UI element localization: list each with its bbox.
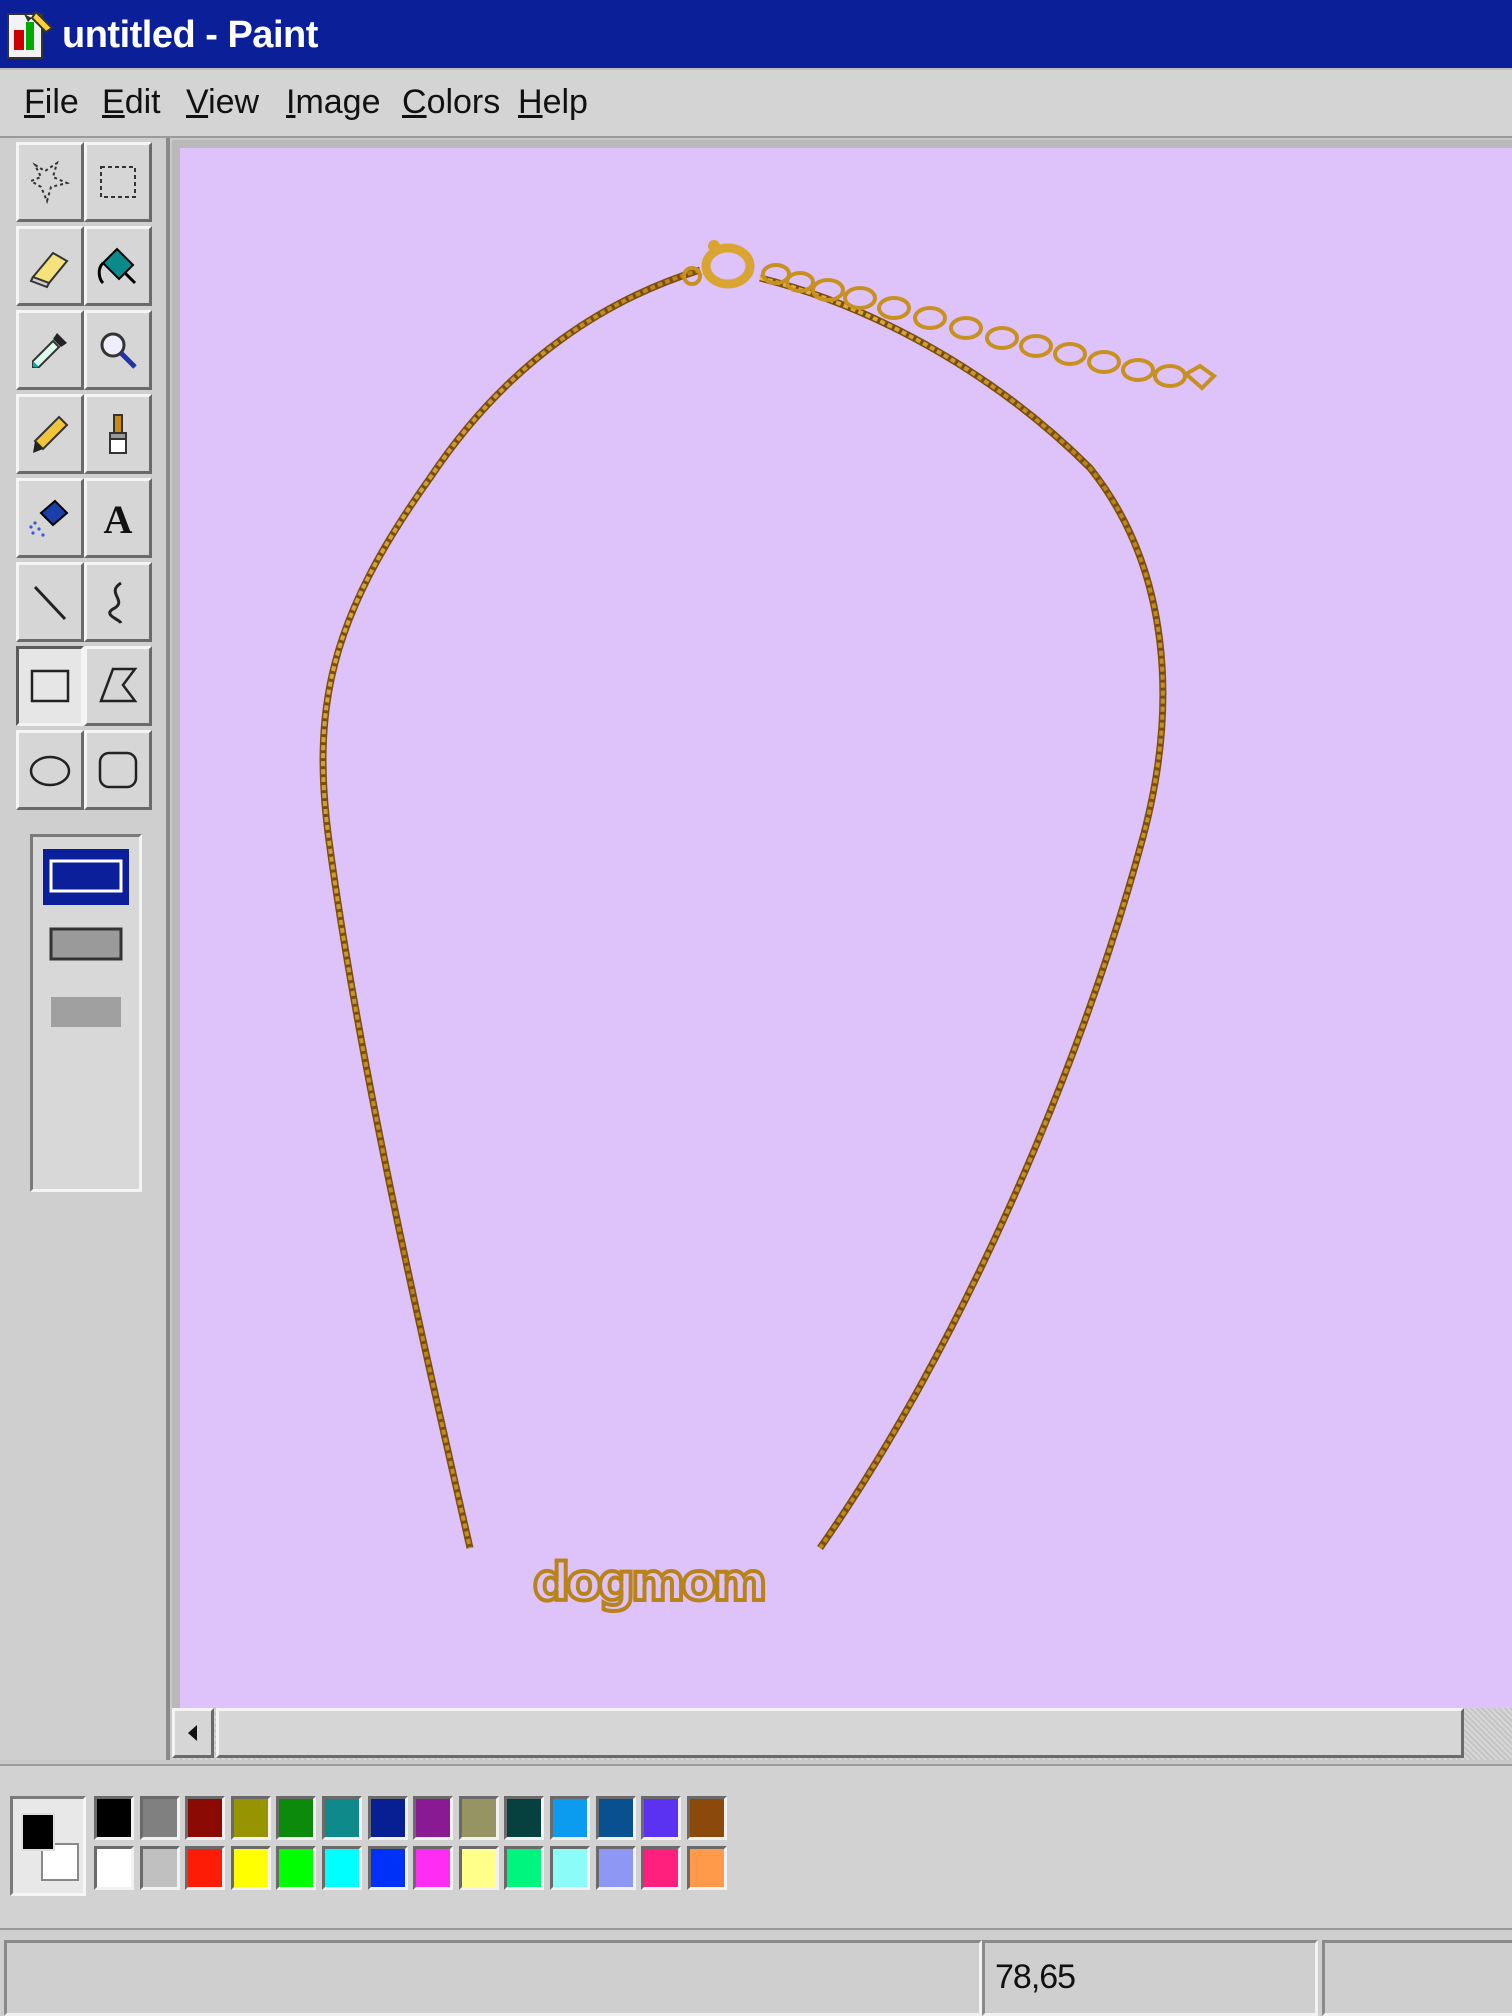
tool-line[interactable] — [16, 562, 84, 642]
palette-swatch[interactable] — [367, 1796, 408, 1840]
extender-chain — [761, 263, 1218, 391]
fill-shape-icon — [51, 997, 121, 1027]
outline-fill-shape-icon — [49, 927, 123, 961]
airbrush-icon — [29, 499, 69, 537]
menu-image[interactable]: Image — [286, 80, 381, 124]
window-title: untitled - Paint — [62, 14, 318, 56]
ellipse-icon — [29, 755, 71, 787]
palette-swatch[interactable] — [458, 1796, 499, 1840]
paint-app-icon — [7, 10, 54, 59]
palette-swatch[interactable] — [185, 1796, 226, 1840]
necklace-chain — [319, 266, 702, 1549]
color-box — [0, 1764, 1512, 1928]
fill-style-options — [30, 834, 142, 1192]
pencil-icon — [33, 415, 69, 453]
line-icon — [33, 585, 67, 621]
text-icon: A — [104, 497, 133, 541]
svg-text:A: A — [104, 497, 133, 541]
fill-option-outline[interactable] — [43, 849, 129, 905]
palette-swatch[interactable] — [322, 1796, 362, 1840]
palette-swatch[interactable] — [230, 1796, 271, 1840]
palette-swatch[interactable] — [504, 1796, 545, 1840]
status-size-panel — [1322, 1940, 1512, 2016]
palette-swatch[interactable] — [139, 1796, 180, 1840]
title-bar: untitled - Paint — [0, 0, 1512, 70]
cursor-coordinates: 78,65 — [995, 1958, 1076, 1996]
canvas-area: dogmom — [172, 140, 1512, 1708]
fill-bucket-icon — [97, 247, 137, 285]
curve-icon — [108, 581, 123, 624]
scroll-thumb[interactable] — [216, 1708, 1464, 1758]
palette-swatch[interactable] — [550, 1846, 590, 1890]
tool-box: A — [0, 138, 170, 1760]
rounded-rectangle-icon — [98, 751, 138, 789]
menu-colors[interactable]: Colors — [402, 80, 500, 124]
tool-free-form-select[interactable] — [16, 142, 84, 222]
palette-swatch[interactable] — [686, 1846, 727, 1890]
palette-swatch[interactable] — [367, 1846, 408, 1890]
tool-pencil[interactable] — [16, 394, 84, 474]
palette-swatch[interactable] — [185, 1846, 226, 1890]
tool-magnifier[interactable] — [84, 310, 152, 390]
horizontal-scrollbar[interactable] — [172, 1708, 1512, 1760]
foreground-color-swatch[interactable] — [21, 1813, 55, 1851]
rectangle-icon — [30, 669, 70, 703]
palette-swatch[interactable] — [641, 1846, 682, 1890]
select-icon — [100, 166, 136, 198]
lobster-clasp — [701, 243, 755, 289]
tool-rounded-rectangle[interactable] — [84, 730, 152, 810]
palette-swatch[interactable] — [595, 1796, 636, 1840]
status-coordinates-panel: 78,65 — [982, 1940, 1318, 2016]
eraser-icon — [29, 251, 69, 289]
palette-swatch[interactable] — [276, 1846, 317, 1890]
menu-bar: File Edit View Image Colors Help — [0, 70, 1512, 138]
tool-curve[interactable] — [84, 562, 152, 642]
palette-swatch[interactable] — [94, 1796, 134, 1840]
free-form-select-icon — [28, 160, 71, 204]
menu-file[interactable]: File — [24, 80, 79, 124]
tool-fill[interactable] — [84, 226, 152, 306]
palette-swatch[interactable] — [550, 1796, 590, 1840]
menu-view[interactable]: View — [186, 80, 259, 124]
tool-polygon[interactable] — [84, 646, 152, 726]
tool-text[interactable]: A — [84, 478, 152, 558]
menu-help[interactable]: Help — [518, 80, 588, 124]
status-bar: 78,65 — [0, 1928, 1512, 2016]
palette-swatch[interactable] — [686, 1796, 727, 1840]
outline-shape-icon — [49, 859, 123, 893]
tool-airbrush[interactable] — [16, 478, 84, 558]
palette-swatch[interactable] — [595, 1846, 636, 1890]
drawing-canvas[interactable]: dogmom — [180, 148, 1512, 1708]
tool-rectangle[interactable] — [16, 646, 84, 726]
status-message — [4, 1940, 982, 2016]
palette-swatch[interactable] — [413, 1796, 454, 1840]
necklace-image: dogmom — [319, 240, 1218, 1615]
arrow-left-icon — [188, 1725, 197, 1741]
palette-swatch[interactable] — [458, 1846, 499, 1890]
pendant-text: dogmom — [533, 1553, 764, 1613]
palette-swatch[interactable] — [504, 1846, 545, 1890]
tool-ellipse[interactable] — [16, 730, 84, 810]
palette-swatch[interactable] — [276, 1796, 317, 1840]
palette-swatch[interactable] — [230, 1846, 271, 1890]
palette-swatch[interactable] — [94, 1846, 134, 1890]
palette-swatch[interactable] — [322, 1846, 362, 1890]
palette-swatch[interactable] — [413, 1846, 454, 1890]
brush-icon — [109, 414, 127, 454]
tool-eraser[interactable] — [16, 226, 84, 306]
current-colors[interactable] — [10, 1796, 86, 1896]
tool-select[interactable] — [84, 142, 152, 222]
tool-color-picker[interactable] — [16, 310, 84, 390]
palette-swatch[interactable] — [139, 1846, 180, 1890]
fill-option-fill[interactable] — [43, 985, 129, 1041]
scroll-left-button[interactable] — [172, 1708, 214, 1758]
fill-option-outline-fill[interactable] — [43, 917, 129, 973]
menu-edit[interactable]: Edit — [102, 80, 161, 124]
color-picker-icon — [32, 333, 67, 368]
magnifier-icon — [100, 332, 137, 369]
palette-swatch[interactable] — [641, 1796, 682, 1840]
polygon-icon — [99, 667, 138, 703]
tool-brush[interactable] — [84, 394, 152, 474]
